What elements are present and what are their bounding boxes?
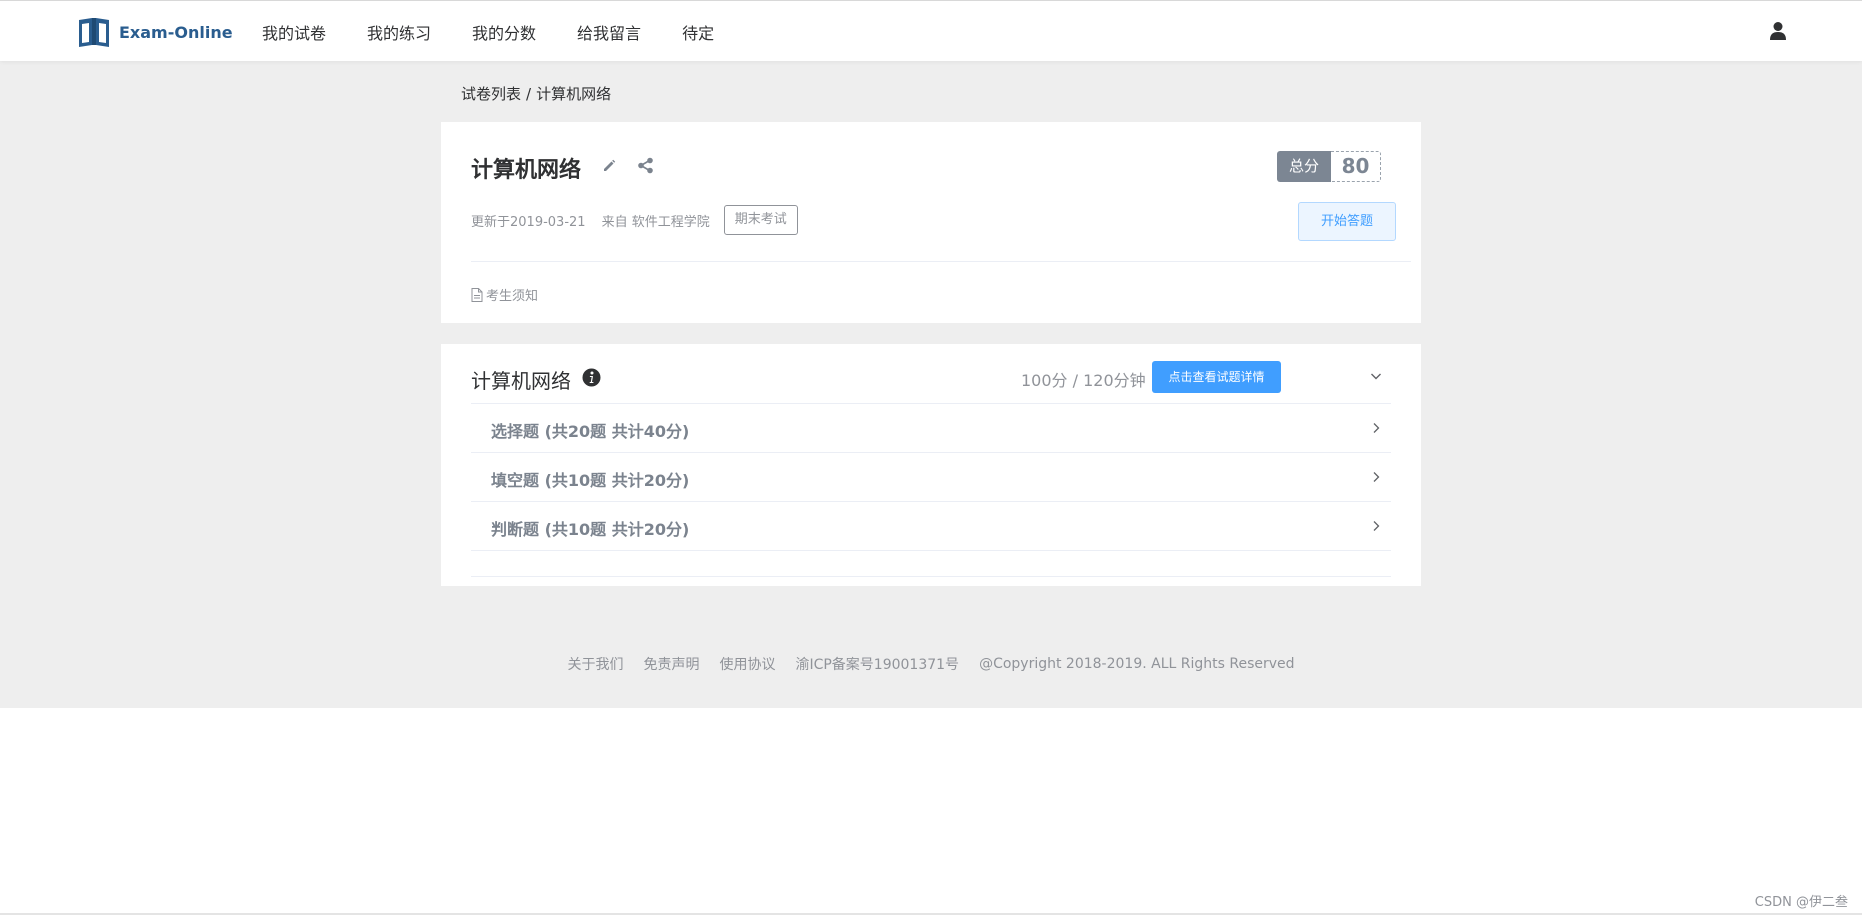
footer-links: 关于我们 免责声明 使用协议 渝ICP备案号19001371号 @Copyrig… [0,627,1862,701]
paper-info-card: 计算机网络 总分 80 更新于2019-03-21 来自 软件工程学院 期末考试… [441,122,1421,323]
footer: 关于我们 免责声明 使用协议 渝ICP备案号19001371号 @Copyrig… [0,627,1862,708]
question-type-label: 选择题 (共20题 共计40分) [491,422,690,441]
chevron-down-icon[interactable] [1369,369,1383,383]
section-summary: 100分 / 120分钟 [1021,371,1146,390]
paper-meta: 更新于2019-03-21 来自 软件工程学院 期末考试 [471,205,798,235]
nav-my-scores[interactable]: 我的分数 [472,20,536,44]
footer-terms[interactable]: 使用协议 [719,654,775,674]
question-section-card: 计算机网络 100分 / 120分钟 点击查看试题详情 选择题 (共20题 共计… [441,344,1421,586]
nav-leave-message[interactable]: 给我留言 [577,20,641,44]
total-score-badge: 总分 80 [1277,151,1381,182]
nav-pending[interactable]: 待定 [682,20,714,44]
breadcrumb: 试卷列表 / 计算机网络 [461,83,611,104]
exam-notice-label: 考生须知 [486,289,539,304]
question-type-item[interactable]: 填空题 (共10题 共计20分) [471,453,1391,502]
footer-copyright: @Copyright 2018-2019. ALL Rights Reserve… [979,656,1295,672]
open-book-icon [79,18,109,47]
chevron-right-icon [1373,423,1380,433]
nav-my-papers[interactable]: 我的试卷 [262,20,326,44]
update-date: 更新于2019-03-21 [471,214,586,230]
watermark: CSDN @伊二叁 [1754,895,1848,910]
exam-notice-link[interactable]: 考生须知 [471,285,538,304]
question-type-item[interactable]: 选择题 (共20题 共计40分) [471,404,1391,453]
main-nav: 我的试卷 我的练习 我的分数 给我留言 待定 [262,1,755,62]
breadcrumb-separator: / [526,85,532,103]
logo[interactable]: Exam-Online [77,15,233,49]
question-type-label: 判断题 (共10题 共计20分) [491,520,690,539]
edit-pencil-icon[interactable] [601,158,617,174]
section-title: 计算机网络 [471,369,571,393]
question-type-item[interactable]: 判断题 (共10题 共计20分) [471,502,1391,551]
logo-text: Exam-Online [119,22,233,42]
breadcrumb-current: 计算机网络 [536,85,612,103]
total-score-label: 总分 [1277,151,1331,182]
divider [471,261,1411,262]
share-icon[interactable] [637,157,654,174]
view-details-button[interactable]: 点击查看试题详情 [1152,361,1281,393]
chevron-right-icon [1373,472,1380,482]
info-icon[interactable] [582,368,601,387]
footer-disclaimer[interactable]: 免责声明 [643,654,699,674]
source-college: 来自 软件工程学院 [601,214,710,230]
document-icon [471,287,483,302]
paper-title: 计算机网络 [471,158,582,183]
chevron-right-icon [1373,521,1380,531]
footer-about-us[interactable]: 关于我们 [567,654,623,674]
question-type-list: 选择题 (共20题 共计40分) 填空题 (共10题 共计20分) 判断题 (共… [471,403,1391,551]
nav-my-practice[interactable]: 我的练习 [367,20,431,44]
user-icon[interactable] [1769,21,1787,41]
exam-type-tag: 期末考试 [723,205,798,235]
total-score-value: 80 [1331,151,1381,182]
start-answer-button[interactable]: 开始答题 [1298,202,1396,241]
main-content: 试卷列表 / 计算机网络 计算机网络 总分 80 更新于2019-03-21 来自 … [0,61,1862,629]
footer-icp[interactable]: 渝ICP备案号19001371号 [795,654,959,674]
top-navbar: Exam-Online 我的试卷 我的练习 我的分数 给我留言 待定 [0,0,1862,61]
breadcrumb-paper-list[interactable]: 试卷列表 [461,85,521,103]
question-type-label: 填空题 (共10题 共计20分) [491,471,690,490]
divider [471,576,1391,577]
